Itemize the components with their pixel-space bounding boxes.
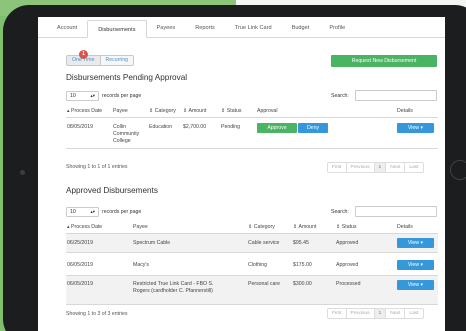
approved-entries-info: Showing 1 to 3 of 3 entries — [66, 311, 128, 317]
approved-header-status[interactable]: ⇕ Status — [336, 224, 357, 230]
approved-row-1-amount: $95.45 — [293, 240, 309, 246]
pending-row-date: 08/05/2019 — [67, 124, 93, 130]
home-button[interactable] — [450, 160, 466, 180]
notification-badge: 1 — [79, 50, 88, 59]
select-arrow-icon: ▴▾ — [90, 209, 95, 214]
chevron-down-icon: ▾ — [420, 262, 424, 268]
pending-pagination: First Previous 1 Next Last — [327, 162, 424, 173]
pending-header-process-date[interactable]: ▴ Process Date — [67, 108, 102, 114]
pending-row-payee: Collin Community College — [113, 124, 140, 144]
pending-row-amount: $2,700.00 — [183, 124, 207, 130]
approved-row-3-status: Processed — [336, 281, 361, 287]
approved-row-3-category: Personal care — [248, 281, 281, 287]
approved-row-3-payee: Restricted True Link Card - FBO S. Roger… — [133, 281, 214, 294]
disbursement-type-toggle: One Time Recurring — [66, 55, 134, 66]
pending-section-title: Disbursements Pending Approval — [66, 73, 188, 82]
pending-header-details: Details — [397, 108, 413, 114]
approved-page-1[interactable]: 1 — [374, 309, 387, 318]
approved-next-button[interactable]: Next — [386, 309, 406, 318]
pending-header-payee[interactable]: Payee — [113, 108, 128, 114]
approve-button[interactable]: Approve — [257, 123, 297, 133]
approved-search-label: Search: — [331, 209, 349, 215]
approved-row-3-amount: $300.00 — [293, 281, 312, 287]
main-tabs: Account Disbursements Payees Reports Tru… — [38, 17, 445, 38]
approved-last-button[interactable]: Last — [405, 309, 422, 318]
tab-profile[interactable]: Profile — [319, 19, 355, 37]
pending-header-amount[interactable]: ⇕ Amount — [183, 108, 206, 114]
approved-row-2-payee: Macy's — [133, 262, 149, 268]
approved-row-3-view-button[interactable]: View ▾ — [397, 280, 434, 290]
approved-row-2-date: 06/05/2019 — [67, 262, 93, 268]
approved-row-2-category: Clothing — [248, 262, 268, 268]
approved-header-process-date[interactable]: ▴ Process Date — [67, 224, 102, 230]
approved-header-details: Details — [397, 224, 413, 230]
approved-row-3-date: 06/05/2019 — [67, 281, 93, 287]
approved-row-1-date: 06/25/2019 — [67, 240, 93, 246]
pending-row-status: Pending — [221, 124, 241, 130]
pending-page-1[interactable]: 1 — [374, 163, 387, 172]
tab-payees[interactable]: Payees — [147, 19, 186, 37]
approved-page-size-select[interactable]: 10 ▴▾ — [66, 207, 99, 217]
chevron-down-icon: ▾ — [420, 240, 424, 246]
approved-header-payee[interactable]: Payee — [133, 224, 148, 230]
pending-entries-info: Showing 1 to 1 of 1 entries — [66, 164, 128, 170]
pending-last-button[interactable]: Last — [405, 163, 422, 172]
approved-row-2-view-button[interactable]: View ▾ — [397, 260, 434, 270]
select-arrow-icon: ▴▾ — [90, 93, 95, 98]
pending-header-rule — [66, 117, 438, 118]
subtab-recurring[interactable]: Recurring — [100, 55, 134, 66]
approved-header-amount[interactable]: ⇕ Amount — [293, 224, 316, 230]
tab-true-link-card[interactable]: True Link Card — [225, 19, 282, 37]
approved-page-size-value: 10 — [70, 209, 76, 215]
approved-row-2-amount: $175.00 — [293, 262, 312, 268]
chevron-down-icon: ▾ — [420, 282, 424, 288]
pending-table-rule — [66, 148, 438, 149]
approved-row-1-status: Approved — [336, 240, 359, 246]
camera-dot — [20, 170, 25, 175]
tab-disbursements[interactable]: Disbursements — [87, 20, 147, 38]
approved-previous-button[interactable]: Previous — [347, 309, 375, 318]
pending-view-button[interactable]: View ▾ — [397, 123, 434, 133]
approved-records-label: records per page — [102, 209, 142, 215]
pending-row-category: Education — [149, 124, 173, 130]
deny-button[interactable]: Deny — [298, 123, 328, 133]
tab-budget[interactable]: Budget — [282, 19, 320, 37]
approved-row-2-status: Approved — [336, 262, 359, 268]
pending-records-label: records per page — [102, 93, 142, 99]
approved-header-category[interactable]: ⇕ Category — [248, 224, 275, 230]
approved-row-1-payee: Spectrum Cable — [133, 240, 171, 246]
request-new-disbursement-button[interactable]: Request New Disbursement — [331, 55, 437, 67]
pending-first-button[interactable]: First — [328, 163, 347, 172]
approved-row-1-category: Cable service — [248, 240, 280, 246]
pending-previous-button[interactable]: Previous — [347, 163, 375, 172]
pending-search-input[interactable] — [355, 90, 437, 101]
approved-search-input[interactable] — [355, 206, 437, 217]
pending-header-approval: Approval — [257, 108, 278, 114]
chevron-down-icon: ▾ — [420, 125, 424, 131]
pending-header-category[interactable]: ⇕ Category — [149, 108, 176, 114]
approved-row-1-view-button[interactable]: View ▾ — [397, 238, 434, 248]
app-screen: Account Disbursements Payees Reports Tru… — [38, 17, 445, 331]
pending-next-button[interactable]: Next — [386, 163, 406, 172]
approved-pagination: First Previous 1 Next Last — [327, 308, 424, 319]
approved-section-title: Approved Disbursements — [66, 186, 158, 195]
approved-table-rule — [66, 304, 438, 305]
pending-page-size-value: 10 — [70, 93, 76, 99]
approved-first-button[interactable]: First — [328, 309, 347, 318]
pending-page-size-select[interactable]: 10 ▴▾ — [66, 91, 99, 101]
tab-account[interactable]: Account — [47, 19, 87, 37]
tab-reports[interactable]: Reports — [185, 19, 225, 37]
row-divider — [66, 252, 438, 253]
pending-header-status[interactable]: ⇕ Status — [221, 108, 242, 114]
pending-search-label: Search: — [331, 93, 349, 99]
